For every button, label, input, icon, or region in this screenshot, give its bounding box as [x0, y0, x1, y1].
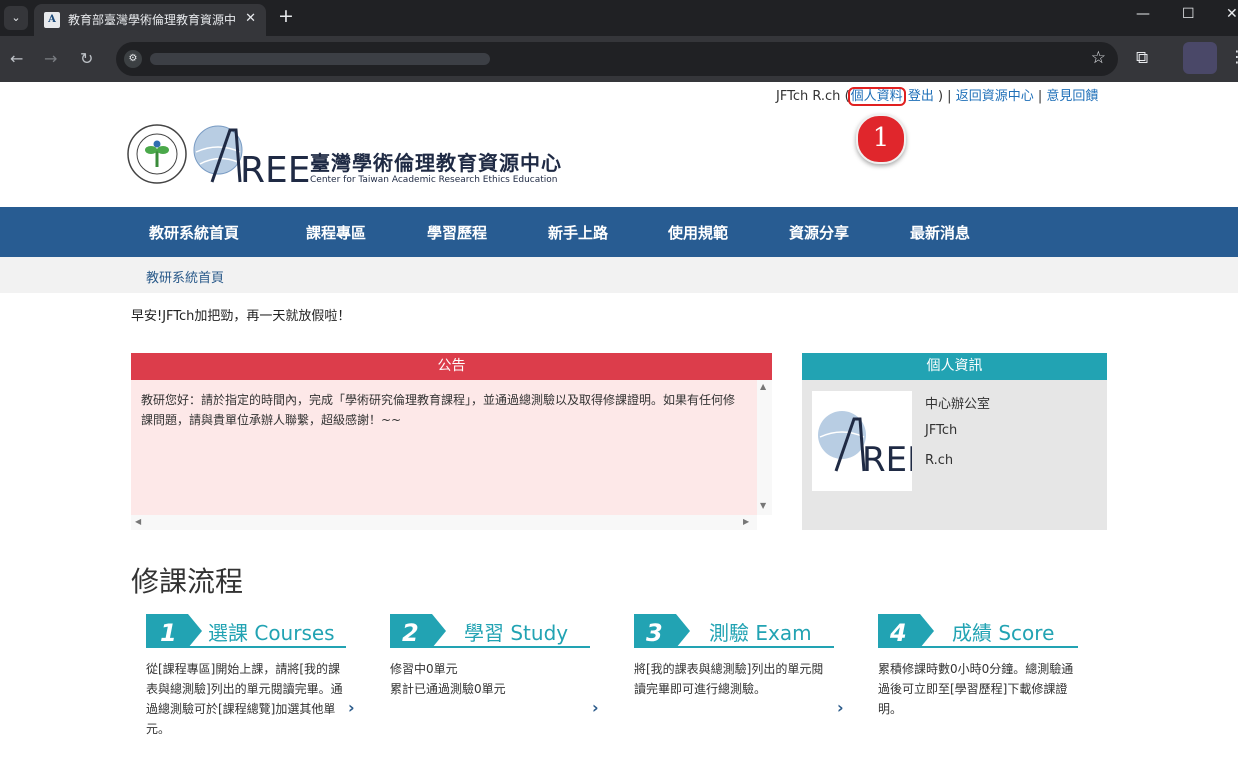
step-1-badge: 1 [146, 614, 202, 648]
step-2-number: 2 [402, 619, 419, 647]
nav-item-resources[interactable]: 資源分享 [789, 222, 849, 243]
step-3-badge: 3 [634, 614, 690, 648]
step-marker: 1 [856, 114, 906, 164]
profile-last-name: R.ch [925, 453, 954, 468]
avatar: REE [812, 391, 929, 491]
user-links: JFTch R.ch (個人資料 登出 ) | 返回資源中心 | 意見回饋 [776, 87, 1099, 106]
user-name: JFTch R.ch [776, 89, 841, 104]
forward-icon[interactable]: → [44, 49, 57, 68]
step-4-label[interactable]: 成績 Score [952, 617, 1054, 646]
profile-card-title: 個人資訊 [802, 353, 1107, 380]
window-close-icon[interactable]: ✕ [1226, 6, 1238, 22]
nav-item-newbie[interactable]: 新手上路 [548, 222, 608, 243]
address-bar[interactable]: ⚙ ☆ [116, 42, 1118, 76]
step-3-label[interactable]: 測驗 Exam [709, 617, 812, 646]
step-2-desc-line-2: 累計已通過測驗0單元 [390, 682, 506, 696]
svg-text:REE: REE [240, 150, 310, 188]
site-subtitle: Center for Taiwan Academic Research Ethi… [310, 175, 558, 185]
step-4-underline [878, 646, 1078, 648]
profile-first-name: JFTch [925, 423, 958, 438]
step-1-desc: 從[課程專區]開始上課，請將[我的課表與總測驗]列出的單元閱讀完畢。通過總測驗可… [146, 662, 343, 736]
breadcrumb-bar: 教研系統首頁 [0, 257, 1238, 293]
reload-icon[interactable]: ↻ [80, 49, 93, 68]
announcement-horizontal-scrollbar[interactable]: ◀ ▶ [131, 515, 757, 530]
nav-item-news[interactable]: 最新消息 [910, 222, 970, 243]
logout-link[interactable]: 登出 [908, 89, 934, 104]
tab-title: 教育部臺灣學術倫理教育資源中 [68, 13, 236, 27]
announcement-vertical-scrollbar[interactable]: ▲ ▼ [757, 380, 772, 515]
feedback-link[interactable]: 意見回饋 [1046, 89, 1098, 104]
scroll-left-icon[interactable]: ◀ [135, 517, 141, 526]
announcement-panel: 教研您好：請於指定的時間內，完成「學術研究倫理教育課程」，並通過總測驗以及取得修… [131, 380, 757, 515]
step-3-number: 3 [646, 619, 663, 647]
aree-logo[interactable]: REE [190, 122, 311, 191]
site-title: 臺灣學術倫理教育資源中心 [310, 151, 562, 175]
browser-toolbar: ← → ↻ ⚙ ☆ [0, 36, 1238, 82]
step-4-desc: 累積修課時數0小時0分鐘。總測驗通過後可立即至[學習歷程]下載修課證明。 [878, 662, 1074, 716]
announcement-body: 教研您好：請於指定的時間內，完成「學術研究倫理教育課程」，並通過總測驗以及取得修… [141, 393, 736, 427]
step-3-underline [634, 646, 834, 648]
profile-link[interactable]: 個人資料 [847, 87, 906, 106]
flow-title: 修課流程 [131, 565, 244, 598]
nav-item-learning[interactable]: 學習歷程 [427, 222, 487, 243]
chevron-right-icon[interactable]: › [592, 698, 599, 717]
nav-item-courses[interactable]: 課程專區 [306, 222, 366, 243]
step-3-desc: 將[我的課表與總測驗]列出的單元閱讀完畢即可進行總測驗。 [634, 662, 824, 696]
back-to-center-link[interactable]: 返回資源中心 [956, 89, 1034, 104]
breadcrumb[interactable]: 教研系統首頁 [146, 267, 224, 286]
announcement-title: 公告 [131, 353, 772, 380]
back-icon[interactable]: ← [10, 49, 23, 68]
step-2-badge: 2 [390, 614, 446, 648]
step-2-desc-line-1: 修習中0單元 [390, 662, 458, 676]
close-icon[interactable]: ✕ [245, 11, 256, 26]
scroll-right-icon[interactable]: ▶ [743, 517, 749, 526]
profile-card: REE 中心辦公室 JFTch R.ch [802, 380, 1107, 530]
step-2-underline [390, 646, 590, 648]
moe-seal-logo[interactable] [126, 123, 188, 185]
site-info-icon[interactable]: ⚙ [124, 50, 142, 68]
step-4-number: 4 [889, 619, 907, 647]
tab-search-icon[interactable]: ⌄ [4, 6, 28, 30]
scroll-down-icon[interactable]: ▼ [760, 501, 766, 510]
scroll-up-icon[interactable]: ▲ [760, 382, 766, 391]
browser-tab-strip: ⌄ A 教育部臺灣學術倫理教育資源中 ✕ + — ☐ ✕ [0, 0, 1238, 36]
maximize-icon[interactable]: ☐ [1182, 6, 1195, 22]
extensions-icon[interactable]: ⧉ [1136, 48, 1148, 68]
bookmark-star-icon[interactable]: ☆ [1091, 48, 1106, 68]
nav-item-rules[interactable]: 使用規範 [668, 222, 728, 243]
new-tab-icon[interactable]: + [278, 5, 294, 27]
favicon-icon: A [44, 12, 60, 28]
browser-tab[interactable]: A 教育部臺灣學術倫理教育資源中 ✕ [34, 4, 266, 36]
chevron-right-icon[interactable]: › [837, 698, 844, 717]
svg-text:REE: REE [862, 440, 912, 480]
url-text [150, 53, 490, 65]
step-1-label[interactable]: 選課 Courses [208, 617, 335, 646]
chevron-right-icon[interactable]: › [348, 698, 355, 717]
step-2-label[interactable]: 學習 Study [464, 617, 568, 646]
menu-icon[interactable]: ⋮ [1229, 47, 1238, 66]
step-4-badge: 4 [878, 614, 934, 648]
greeting-text: 早安!JFTch加把勁，再一天就放假啦！ [131, 309, 351, 324]
minimize-icon[interactable]: — [1136, 6, 1150, 22]
profile-avatar[interactable] [1183, 42, 1217, 74]
profile-org: 中心辦公室 [925, 397, 991, 412]
nav-item-home[interactable]: 教研系統首頁 [149, 222, 239, 243]
step-1-number: 1 [160, 619, 177, 647]
main-nav: 教研系統首頁 課程專區 學習歷程 新手上路 使用規範 資源分享 最新消息 [0, 207, 1238, 257]
step-2-desc: 修習中0單元 累計已通過測驗0單元 [390, 659, 590, 699]
step-1-underline [146, 646, 346, 648]
